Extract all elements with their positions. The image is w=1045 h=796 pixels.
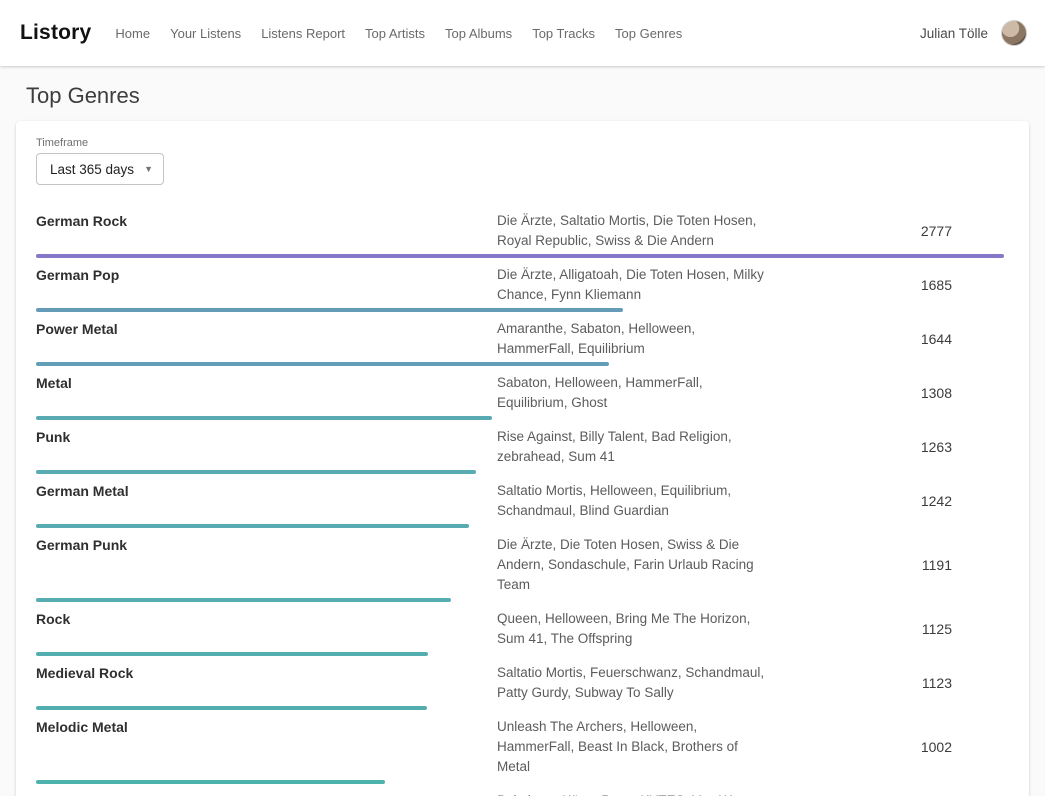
genre-artists: Amaranthe, Sabaton, Helloween, HammerFal… bbox=[497, 319, 765, 359]
genre-list: German Rock Die Ärzte, Saltatio Mortis, … bbox=[36, 211, 1004, 796]
genre-count: 1263 bbox=[765, 439, 1004, 455]
genre-row: German Indie Bukahara, Käptn Peng, KYTES… bbox=[36, 791, 1004, 796]
user-name: Julian Tölle bbox=[920, 26, 988, 41]
app-header: Listory Home Your Listens Listens Report… bbox=[0, 0, 1045, 66]
genre-name: German Pop bbox=[36, 265, 497, 305]
genre-artists: Die Ärzte, Saltatio Mortis, Die Toten Ho… bbox=[497, 211, 765, 251]
genre-bar bbox=[36, 706, 427, 710]
genre-artists: Saltatio Mortis, Feuerschwanz, Schandmau… bbox=[497, 663, 765, 703]
genre-artists: Saltatio Mortis, Helloween, Equilibrium,… bbox=[497, 481, 765, 521]
genre-name: German Metal bbox=[36, 481, 497, 521]
nav-item-top-genres[interactable]: Top Genres bbox=[615, 26, 682, 41]
genre-count: 1644 bbox=[765, 331, 1004, 347]
genre-row: Rock Queen, Helloween, Bring Me The Hori… bbox=[36, 609, 1004, 656]
genre-artists: Die Ärzte, Die Toten Hosen, Swiss & Die … bbox=[497, 535, 765, 595]
nav-item-home[interactable]: Home bbox=[115, 26, 150, 41]
genre-name: German Punk bbox=[36, 535, 497, 595]
genre-artists: Sabaton, Helloween, HammerFall, Equilibr… bbox=[497, 373, 765, 413]
app-logo[interactable]: Listory bbox=[20, 21, 91, 45]
genre-name: German Rock bbox=[36, 211, 497, 251]
genre-name: Punk bbox=[36, 427, 497, 467]
nav-item-your-listens[interactable]: Your Listens bbox=[170, 26, 241, 41]
genre-bar bbox=[36, 470, 476, 474]
timeframe-select[interactable]: Last 365 days ▼ bbox=[36, 153, 164, 185]
genre-row: Punk Rise Against, Billy Talent, Bad Rel… bbox=[36, 427, 1004, 474]
user-avatar-icon[interactable] bbox=[1001, 20, 1027, 46]
genre-row: Metal Sabaton, Helloween, HammerFall, Eq… bbox=[36, 373, 1004, 420]
genre-name: Medieval Rock bbox=[36, 663, 497, 703]
genre-bar bbox=[36, 652, 428, 656]
page-title: Top Genres bbox=[26, 82, 1045, 110]
timeframe-value: Last 365 days bbox=[50, 162, 134, 177]
genre-bar bbox=[36, 416, 492, 420]
genre-name: Power Metal bbox=[36, 319, 497, 359]
genre-row: Medieval Rock Saltatio Mortis, Feuerschw… bbox=[36, 663, 1004, 710]
genre-row: German Punk Die Ärzte, Die Toten Hosen, … bbox=[36, 535, 1004, 602]
genre-row: Melodic Metal Unleash The Archers, Hello… bbox=[36, 717, 1004, 784]
genre-name: Rock bbox=[36, 609, 497, 649]
genre-bar bbox=[36, 780, 385, 784]
genre-row: German Metal Saltatio Mortis, Helloween,… bbox=[36, 481, 1004, 528]
genre-count: 1308 bbox=[765, 385, 1004, 401]
genre-name: Melodic Metal bbox=[36, 717, 497, 777]
genre-row: German Pop Die Ärzte, Alligatoah, Die To… bbox=[36, 265, 1004, 312]
genre-artists: Rise Against, Billy Talent, Bad Religion… bbox=[497, 427, 765, 467]
genre-count: 1002 bbox=[765, 739, 1004, 755]
genre-bar bbox=[36, 524, 469, 528]
genre-count: 1685 bbox=[765, 277, 1004, 293]
genre-bar bbox=[36, 254, 1004, 258]
genre-count: 1125 bbox=[765, 621, 1004, 637]
genre-count: 2777 bbox=[765, 223, 1004, 239]
nav-item-top-albums[interactable]: Top Albums bbox=[445, 26, 512, 41]
genre-name: Metal bbox=[36, 373, 497, 413]
main-nav: Home Your Listens Listens Report Top Art… bbox=[115, 26, 682, 41]
genre-bar bbox=[36, 362, 609, 366]
nav-item-top-tracks[interactable]: Top Tracks bbox=[532, 26, 595, 41]
genre-count: 1123 bbox=[765, 675, 1004, 691]
genre-artists: Bukahara, Käptn Peng, KYTES, Von Wegen L… bbox=[497, 791, 765, 796]
user-menu[interactable]: Julian Tölle bbox=[920, 20, 1027, 46]
genre-count: 1242 bbox=[765, 493, 1004, 509]
genre-artists: Die Ärzte, Alligatoah, Die Toten Hosen, … bbox=[497, 265, 765, 305]
top-genres-card: Timeframe Last 365 days ▼ German Rock Di… bbox=[16, 121, 1029, 796]
genre-bar bbox=[36, 598, 451, 602]
nav-item-listens-report[interactable]: Listens Report bbox=[261, 26, 345, 41]
timeframe-label: Timeframe bbox=[36, 137, 1004, 149]
genre-name: German Indie bbox=[36, 791, 497, 796]
genre-row: German Rock Die Ärzte, Saltatio Mortis, … bbox=[36, 211, 1004, 258]
genre-artists: Queen, Helloween, Bring Me The Horizon, … bbox=[497, 609, 765, 649]
nav-item-top-artists[interactable]: Top Artists bbox=[365, 26, 425, 41]
genre-row: Power Metal Amaranthe, Sabaton, Hellowee… bbox=[36, 319, 1004, 366]
main-content: Top Genres Timeframe Last 365 days ▼ Ger… bbox=[0, 82, 1045, 796]
genre-count: 1191 bbox=[765, 557, 1004, 573]
genre-artists: Unleash The Archers, Helloween, HammerFa… bbox=[497, 717, 765, 777]
genre-bar bbox=[36, 308, 623, 312]
chevron-down-icon: ▼ bbox=[144, 165, 153, 174]
